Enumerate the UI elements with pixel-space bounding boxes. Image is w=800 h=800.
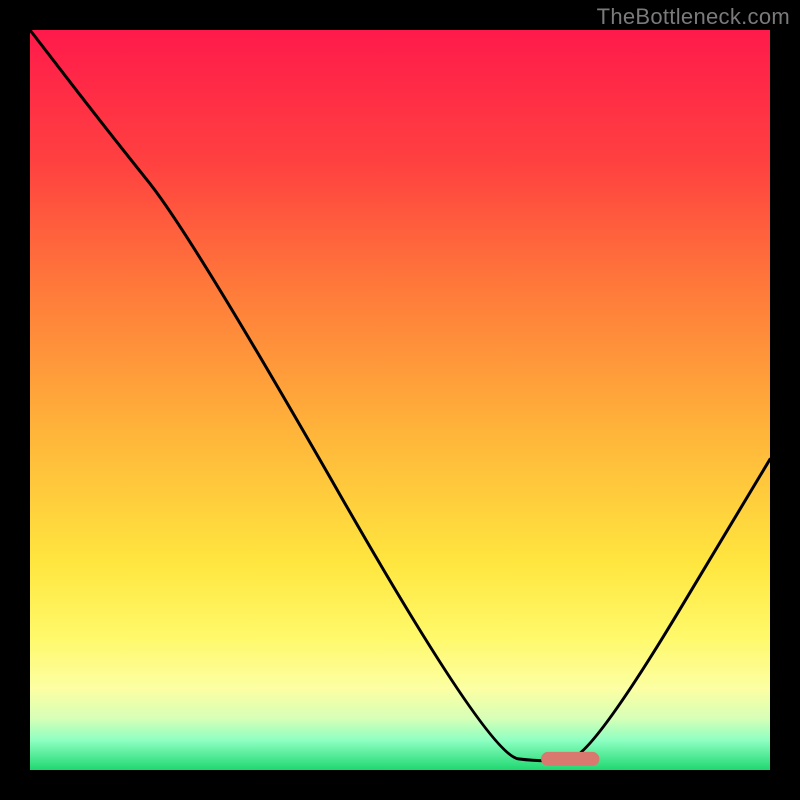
chart-container: TheBottleneck.com — [0, 0, 800, 800]
plot-area — [30, 30, 770, 770]
bottleneck-chart-svg — [0, 0, 800, 800]
watermark-text: TheBottleneck.com — [597, 4, 790, 30]
